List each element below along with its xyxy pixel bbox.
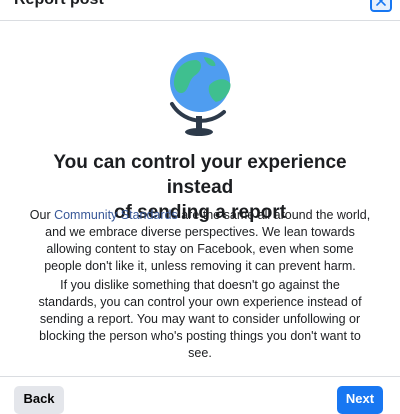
paragraph-line: see.: [188, 346, 212, 360]
dialog-footer: Back Next: [0, 376, 400, 414]
paragraph-line: blocking the person who's posting things…: [39, 329, 361, 343]
back-button[interactable]: Back: [14, 386, 64, 414]
paragraph-text: Our: [29, 208, 55, 222]
next-button[interactable]: Next: [337, 386, 383, 414]
paragraph-line: sending a report. You may want to consid…: [39, 312, 361, 326]
paragraph-line: Our Community Standards are the same all…: [20, 207, 380, 224]
community-standards-link[interactable]: Community Standards: [54, 208, 178, 222]
paragraph-standards: Our Community Standards are the same all…: [20, 207, 380, 275]
dialog-title: Report post: [14, 0, 104, 10]
paragraph-line: allowing content to stay on Facebook, ev…: [46, 242, 354, 256]
headline-line: You can control your experience instead: [53, 152, 347, 198]
paragraph-line: If you dislike something that doesn't go…: [60, 278, 340, 292]
paragraph-line: people don't like it, unless removing it…: [44, 259, 356, 273]
close-icon: [376, 0, 386, 6]
paragraph-control: If you dislike something that doesn't go…: [20, 277, 380, 362]
paragraph-line: standards, you can control your own expe…: [38, 295, 362, 309]
paragraph-line: and we embrace diverse perspectives. We …: [45, 225, 355, 239]
globe-icon: [170, 52, 231, 136]
paragraph-text: are the same all around the world,: [177, 208, 371, 222]
dialog-header: Report post: [0, 0, 400, 21]
close-button[interactable]: [370, 0, 392, 12]
